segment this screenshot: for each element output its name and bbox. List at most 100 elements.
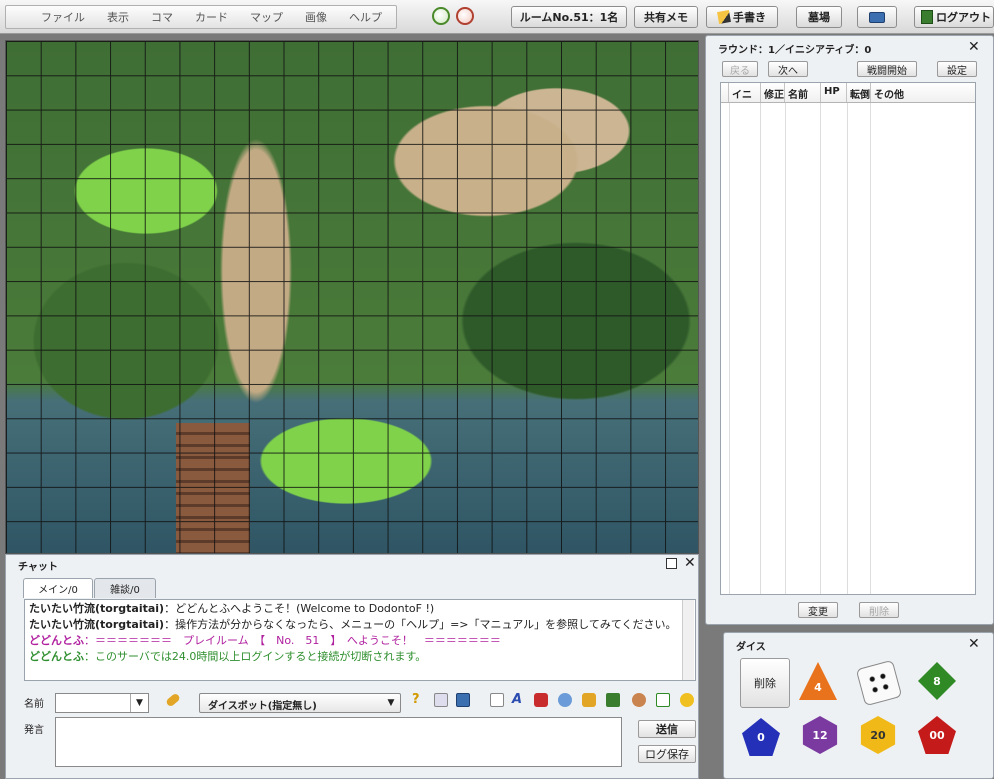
graveyard-button[interactable]: 墓場 (796, 6, 842, 28)
col-name[interactable]: 名前 (785, 83, 821, 102)
d8-label: 8 (933, 674, 941, 688)
dice-panel: ダイス ✕ 削除 (723, 632, 994, 779)
speech-input[interactable] (55, 717, 622, 767)
d12-label: 12 (812, 728, 828, 742)
draw-button[interactable]: 手書き (706, 6, 778, 28)
chat-message: たいたい竹流(torgtaitai)：どどんとふへようこそ！(Welcome t… (29, 601, 691, 617)
d6-pips (865, 669, 893, 697)
delete-button[interactable]: 削除 (859, 602, 899, 618)
chat-text: ：どどんとふへようこそ！(Welcome to DodontoF !) (164, 602, 435, 615)
game-map[interactable] (5, 40, 699, 554)
dice-close-icon[interactable]: ✕ (968, 637, 980, 651)
menu-help[interactable]: ヘルプ (338, 9, 393, 25)
tab-chatter-label: 雑談/0 (110, 585, 140, 596)
chat-close-icon[interactable]: ✕ (684, 556, 696, 570)
col-initiative[interactable]: イニ (729, 83, 761, 102)
zoom-in-icon[interactable] (432, 7, 450, 25)
menu-card[interactable]: カード (184, 9, 239, 25)
start-battle-label: 戦闘開始 (867, 65, 907, 77)
chat-text: ：＝＝＝＝＝＝＝ プレイルーム 【 No. 51 】 へようこそ！ ＝＝＝＝＝＝… (84, 634, 501, 647)
key-icon[interactable] (165, 692, 181, 708)
smiley-icon[interactable] (680, 693, 694, 707)
initiative-table-header: イニ 修正 名前 HP 転倒 その他 (721, 83, 975, 103)
next-button[interactable]: 次へ (768, 61, 808, 77)
room-info-button[interactable]: ルームNo.51：1名 (511, 6, 627, 28)
chat-message: どどんとふ：このサーバでは24.0時間以上ログインすると接続が切断されます。 (29, 649, 691, 665)
send-button[interactable]: 送信 (638, 720, 696, 738)
settings-icon[interactable] (434, 693, 448, 707)
minimize-icon[interactable] (666, 558, 677, 569)
d4-label: 4 (814, 680, 822, 694)
col-divider (729, 103, 761, 594)
film-icon[interactable] (606, 693, 620, 707)
col-fall[interactable]: 転倒 (847, 83, 871, 102)
graveyard-label: 墓場 (808, 11, 830, 24)
dicebot-select[interactable]: ダイスボット(指定無し) ▼ (199, 693, 401, 713)
chat-sender: たいたい竹流(torgtaitai) (29, 618, 165, 631)
logout-button[interactable]: ログアウト (914, 6, 994, 28)
send-label: 送信 (656, 723, 678, 736)
chat-title: チャット (18, 562, 58, 573)
save-log-button[interactable]: ログ保存 (638, 745, 696, 763)
col-divider (847, 103, 871, 594)
d10-label: 0 (757, 730, 765, 744)
draw-label: 手書き (733, 11, 766, 24)
user-icon[interactable] (632, 693, 646, 707)
d100-label: 00 (929, 728, 945, 742)
col-checkbox[interactable] (721, 83, 729, 102)
top-toolbar: ファイル 表示 コマ カード マップ 画像 ヘルプ ルームNo.51：1名 共有… (0, 0, 994, 34)
settings-label: 設定 (947, 65, 967, 77)
tab-main[interactable]: メイン/0 (23, 578, 93, 598)
shared-memo-label: 共有メモ (644, 11, 688, 24)
tab-chatter[interactable]: 雑談/0 (94, 578, 156, 598)
initiative-close-icon[interactable]: ✕ (968, 40, 980, 54)
logout-label: ログアウト (936, 11, 991, 24)
tab-main-label: メイン/0 (38, 585, 78, 596)
dice-panel-title: ダイス (736, 642, 766, 653)
font-icon[interactable]: A (512, 693, 526, 707)
chat-bubble-icon[interactable] (558, 693, 572, 707)
chat-scrollbar[interactable] (682, 600, 694, 680)
menu-image[interactable]: 画像 (294, 9, 338, 25)
zoom-out-icon[interactable] (456, 7, 474, 25)
chat-sender: たいたい竹流(torgtaitai) (29, 602, 165, 615)
name-field[interactable]: ▼ (55, 693, 149, 713)
camera-button[interactable] (857, 6, 897, 28)
dicebot-value: ダイスボット(指定無し) (208, 701, 317, 712)
d20-label: 20 (870, 728, 886, 742)
menu-view[interactable]: 表示 (96, 9, 140, 25)
dice-delete-button[interactable]: 削除 (740, 658, 790, 708)
save-log-label: ログ保存 (645, 748, 689, 761)
room-info-label: ルームNo.51：1名 (519, 11, 619, 24)
menu-file[interactable]: ファイル (30, 9, 96, 25)
col-hp[interactable]: HP (821, 83, 847, 102)
book-icon[interactable] (456, 693, 470, 707)
change-button[interactable]: 変更 (798, 602, 838, 618)
start-battle-button[interactable]: 戦闘開始 (857, 61, 917, 77)
col-other[interactable]: その他 (871, 83, 955, 102)
menu-piece[interactable]: コマ (140, 9, 184, 25)
menu-map[interactable]: マップ (239, 9, 294, 25)
chevron-down-icon[interactable]: ▼ (382, 694, 400, 712)
bell-icon[interactable] (582, 693, 596, 707)
initiative-title: ラウンド：1／イニシアティブ：0 (718, 45, 872, 56)
settings-button[interactable]: 設定 (937, 61, 977, 77)
help-icon[interactable]: ? (412, 693, 426, 707)
document-icon[interactable] (490, 693, 504, 707)
col-divider (785, 103, 821, 594)
chat-sender: どどんとふ (29, 650, 84, 663)
chat-text: ：このサーバでは24.0時間以上ログインすると接続が切断されます。 (84, 650, 427, 663)
shared-memo-button[interactable]: 共有メモ (634, 6, 698, 28)
next-label: 次へ (778, 65, 798, 77)
menu-bar: ファイル 表示 コマ カード マップ 画像 ヘルプ (5, 5, 397, 29)
change-label: 変更 (808, 606, 828, 618)
add-document-icon[interactable] (656, 693, 670, 707)
dice-delete-label: 削除 (754, 677, 776, 690)
sound-icon[interactable] (534, 693, 548, 707)
chevron-down-icon[interactable]: ▼ (130, 694, 148, 712)
col-modifier[interactable]: 修正 (761, 83, 785, 102)
name-label: 名前 (24, 699, 44, 710)
camera-icon (869, 11, 885, 23)
back-button[interactable]: 戻る (722, 61, 758, 77)
chat-message: どどんとふ：＝＝＝＝＝＝＝ プレイルーム 【 No. 51 】 へようこそ！ ＝… (29, 633, 691, 649)
